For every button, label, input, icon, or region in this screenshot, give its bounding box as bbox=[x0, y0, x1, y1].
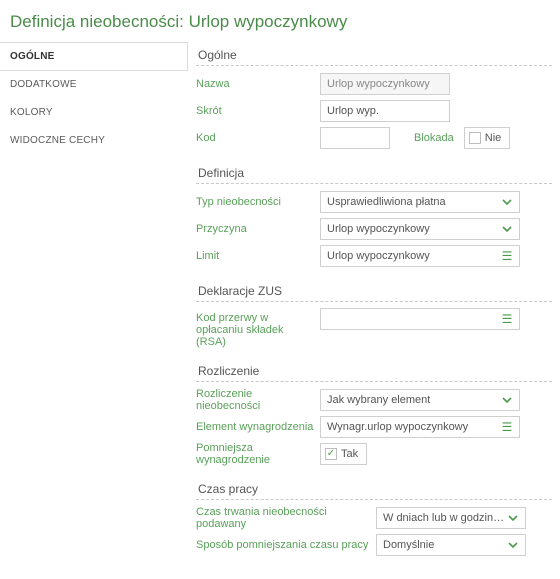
section-definicja: Definicja Typ nieobecności Usprawiedliwi… bbox=[196, 160, 552, 268]
label-element-wynagrodzenia: Element wynagrodzenia bbox=[196, 421, 320, 433]
section-title-definicja: Definicja bbox=[196, 160, 552, 184]
checkbox-pomniejsza-text: Tak bbox=[341, 448, 358, 460]
checkbox-blokada[interactable]: Nie bbox=[464, 127, 511, 149]
chevron-down-icon bbox=[505, 510, 521, 526]
square-icon bbox=[469, 132, 481, 144]
list-icon: ☰ bbox=[499, 419, 515, 435]
input-kod[interactable] bbox=[320, 127, 390, 149]
label-kod-rsa: Kod przerwy w opłacaniu składek (RSA) bbox=[196, 308, 320, 348]
sidebar-item-widoczne-cechy[interactable]: WIDOCZNE CECHY bbox=[0, 127, 188, 155]
sidebar-item-ogolne[interactable]: OGÓLNE bbox=[0, 42, 188, 71]
sidebar-item-dodatkowe[interactable]: DODATKOWE bbox=[0, 71, 188, 99]
combo-limit[interactable]: Urlop wypoczynkowy ☰ bbox=[320, 245, 520, 267]
section-czas-pracy: Czas pracy Czas trwania nieobecności pod… bbox=[196, 476, 552, 557]
label-nazwa: Nazwa bbox=[196, 78, 320, 90]
combo-przyczyna-value: Urlop wypoczynkowy bbox=[327, 223, 499, 235]
combo-limit-value: Urlop wypoczynkowy bbox=[327, 250, 499, 262]
section-title-zus: Deklaracje ZUS bbox=[196, 278, 552, 302]
combo-typ-value: Usprawiedliwiona płatna bbox=[327, 196, 499, 208]
section-title-czas: Czas pracy bbox=[196, 476, 552, 500]
check-icon bbox=[325, 448, 337, 460]
section-rozliczenie: Rozliczenie Rozliczenie nieobecności Jak… bbox=[196, 358, 552, 466]
label-pomniejsza-wynagrodzenie: Pomniejsza wynagrodzenie bbox=[196, 442, 320, 466]
chevron-down-icon bbox=[499, 194, 515, 210]
combo-czas-trwania[interactable]: W dniach lub w godzinach bbox=[376, 507, 526, 529]
sidebar-item-kolory[interactable]: KOLORY bbox=[0, 99, 188, 127]
combo-sposob-pomniejszania[interactable]: Domyślnie bbox=[376, 534, 526, 556]
page-title: Definicja nieobecności: Urlop wypoczynko… bbox=[0, 0, 560, 42]
section-title-rozliczenie: Rozliczenie bbox=[196, 358, 552, 382]
chevron-down-icon bbox=[499, 392, 515, 408]
list-icon: ☰ bbox=[499, 248, 515, 264]
combo-element-value: Wynagr.urlop wypoczynkowy bbox=[327, 421, 499, 433]
label-kod: Kod bbox=[196, 132, 320, 144]
main-panel: Ogólne Nazwa Skrót Kod Blokada bbox=[188, 42, 560, 579]
input-skrot[interactable] bbox=[320, 100, 450, 122]
combo-czas-value: W dniach lub w godzinach bbox=[383, 512, 505, 524]
section-zus: Deklaracje ZUS Kod przerwy w opłacaniu s… bbox=[196, 278, 552, 348]
combo-rozl-value: Jak wybrany element bbox=[327, 394, 499, 406]
combo-element-wynagrodzenia[interactable]: Wynagr.urlop wypoczynkowy ☰ bbox=[320, 416, 520, 438]
list-icon: ☰ bbox=[499, 311, 515, 327]
combo-kod-rsa[interactable]: ☰ bbox=[320, 308, 520, 330]
section-title-ogolne: Ogólne bbox=[196, 42, 552, 66]
combo-rozliczenie-nieobecnosci[interactable]: Jak wybrany element bbox=[320, 389, 520, 411]
chevron-down-icon bbox=[499, 221, 515, 237]
combo-typ-nieobecnosci[interactable]: Usprawiedliwiona płatna bbox=[320, 191, 520, 213]
label-przyczyna: Przyczyna bbox=[196, 223, 320, 235]
input-nazwa[interactable] bbox=[320, 73, 450, 95]
label-rozliczenie-nieobecnosci: Rozliczenie nieobecności bbox=[196, 388, 320, 412]
checkbox-pomniejsza[interactable]: Tak bbox=[320, 443, 367, 465]
label-sposob-pomniejszania: Sposób pomniejszania czasu pracy bbox=[196, 539, 376, 551]
combo-przyczyna[interactable]: Urlop wypoczynkowy bbox=[320, 218, 520, 240]
section-ogolne: Ogólne Nazwa Skrót Kod Blokada bbox=[196, 42, 552, 150]
sidebar: OGÓLNE DODATKOWE KOLORY WIDOCZNE CECHY bbox=[0, 42, 188, 155]
label-czas-trwania: Czas trwania nieobecności podawany bbox=[196, 506, 376, 530]
combo-sposob-value: Domyślnie bbox=[383, 539, 505, 551]
checkbox-blokada-text: Nie bbox=[485, 132, 502, 144]
label-limit: Limit bbox=[196, 250, 320, 262]
label-skrot: Skrót bbox=[196, 105, 320, 117]
label-blokada: Blokada bbox=[414, 132, 454, 144]
label-typ-nieobecnosci: Typ nieobecności bbox=[196, 196, 320, 208]
chevron-down-icon bbox=[505, 537, 521, 553]
